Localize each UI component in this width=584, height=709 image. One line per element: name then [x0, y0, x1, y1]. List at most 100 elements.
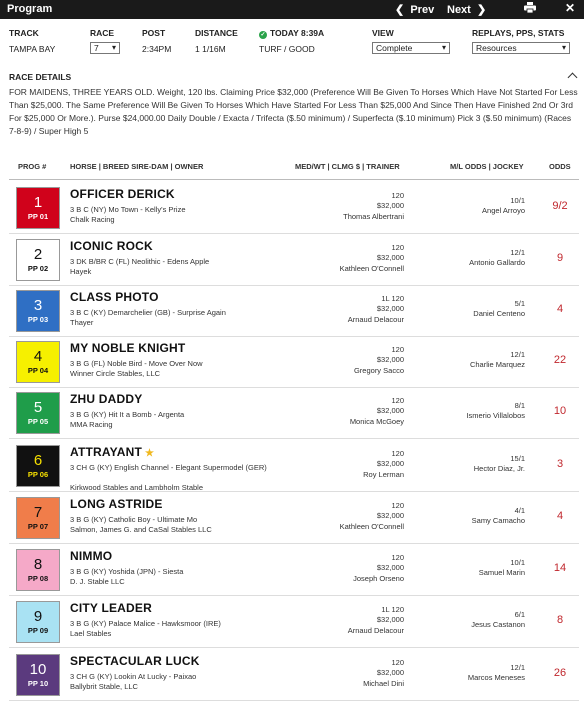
distance-value: 1 1/16M	[195, 44, 226, 54]
claiming-price: $32,000	[376, 615, 404, 624]
owner: D. J. Stable LLC	[70, 577, 125, 586]
owner: Hayek	[70, 267, 92, 276]
jockey: Daniel Centeno	[473, 309, 525, 318]
program-number-box: 9 PP 09	[16, 601, 60, 643]
live-odds: 4	[556, 510, 564, 522]
morning-line-odds: 15/1	[510, 454, 525, 463]
entry-row[interactable]: 10 PP 10 SPECTACULAR LUCK 3 CH G (KY) Looki…	[9, 650, 579, 701]
jockey: Marcos Meneses	[467, 673, 525, 682]
owner: Winner Circle Stables, LLC	[70, 369, 161, 378]
post-position: PP 04	[27, 366, 49, 375]
race-details-text: FOR MAIDENS, THREE YEARS OLD. Weight, 12…	[9, 87, 578, 136]
med-weight: 1L 120	[381, 294, 404, 303]
print-icon[interactable]	[524, 2, 536, 16]
horse-name[interactable]: ICONIC ROCK	[70, 239, 153, 253]
jockey: Samy Camacho	[471, 516, 525, 525]
weight: 120	[391, 243, 404, 252]
entry-row[interactable]: 9 PP 09 CITY LEADER 3 B G (KY) Palace Malic…	[9, 597, 579, 648]
horse-name-text: ICONIC ROCK	[70, 239, 153, 253]
program-number: 1	[33, 194, 43, 211]
race-select[interactable]: 7 ▾	[90, 42, 120, 54]
resources-select[interactable]: Resources ▾	[472, 42, 570, 54]
program-number-box: 5 PP 05	[16, 392, 60, 434]
program-number-box: 2 PP 02	[16, 239, 60, 281]
next-button[interactable]: Next ❯	[447, 3, 486, 16]
owner: Kirkwood Stables and Lambholm Stable	[70, 483, 203, 492]
chevron-up-icon[interactable]	[567, 72, 578, 83]
race-select-value: 7	[94, 43, 99, 53]
entry-row[interactable]: 3 PP 03 CLASS PHOTO 3 B C (KY) Demarchelier…	[9, 286, 579, 337]
horse-name[interactable]: CLASS PHOTO	[70, 290, 159, 304]
trainer: Thomas Albertrani	[343, 212, 404, 221]
program-number: 9	[33, 608, 43, 625]
star-icon: ★	[145, 448, 155, 459]
post-position: PP 07	[27, 522, 49, 531]
horse-name-text: LONG ASTRIDE	[70, 497, 163, 511]
med-weight: 120	[391, 191, 404, 200]
prev-label: Prev	[410, 4, 435, 16]
horse-name[interactable]: ZHU DADDY	[70, 392, 142, 406]
next-label: Next	[447, 4, 471, 16]
post-position: PP 02	[27, 264, 49, 273]
trainer: Michael Dini	[363, 679, 404, 688]
horse-name-text: ATTRAYANT	[70, 445, 143, 459]
weight: 120	[391, 553, 404, 562]
morning-line-odds: 10/1	[510, 558, 525, 567]
post-value: 2:34PM	[142, 44, 172, 54]
chevron-down-icon: ▾	[441, 43, 446, 52]
entry-row[interactable]: 1 PP 01 OFFICER DERICK 3 B C (NY) Mo Town -…	[9, 183, 579, 234]
breed-sire-dam: 3 CH G (KY) English Channel - Elegant Su…	[70, 463, 267, 472]
program-number-box: 1 PP 01	[16, 187, 60, 229]
prev-button[interactable]: ❮ Prev	[395, 3, 434, 16]
track-label: TRACK	[9, 28, 39, 38]
live-odds: 14	[553, 562, 567, 574]
jockey: Angel Arroyo	[482, 206, 525, 215]
trainer: Kathleen O'Connell	[339, 522, 404, 531]
chevron-down-icon: ▾	[111, 43, 116, 52]
claiming-price: $32,000	[376, 668, 404, 677]
track-value: TAMPA BAY	[9, 44, 56, 54]
post-position: PP 09	[27, 626, 49, 635]
horse-name-text: ZHU DADDY	[70, 392, 143, 406]
horse-name[interactable]: MY NOBLE KNIGHT	[70, 341, 185, 355]
post-label: POST	[142, 28, 166, 38]
view-label: VIEW	[372, 28, 394, 38]
weight: 120	[391, 294, 404, 303]
jockey: Antonio Gallardo	[469, 258, 525, 267]
program-number-box: 4 PP 04	[16, 341, 60, 383]
owner: Thayer	[70, 318, 94, 327]
program-number: 8	[33, 556, 43, 573]
med-weight: 120	[391, 658, 404, 667]
col-horse: HORSE | BREED SIRE-DAM | OWNER	[70, 162, 204, 171]
program-number: 2	[33, 246, 43, 263]
horse-name[interactable]: CITY LEADER	[70, 601, 152, 615]
entry-row[interactable]: 5 PP 05 ZHU DADDY 3 B G (KY) Hit It a Bomb …	[9, 388, 579, 439]
med-weight: 120	[391, 553, 404, 562]
horse-name[interactable]: LONG ASTRIDE	[70, 497, 163, 511]
horse-name[interactable]: OFFICER DERICK	[70, 187, 175, 201]
entry-row[interactable]: 6 PP 06 ATTRAYANT ★ 3 CH G (KY) English Chan…	[9, 441, 579, 492]
live-odds: 9/2	[552, 200, 568, 212]
entry-row[interactable]: 4 PP 04 MY NOBLE KNIGHT 3 B G (FL) Noble Bi…	[9, 337, 579, 388]
entry-row[interactable]: 8 PP 08 NIMMO 3 B G (KY) Yoshida (JPN) - Si…	[9, 545, 579, 596]
medication: 1L	[381, 605, 390, 614]
horse-name[interactable]: SPECTACULAR LUCK	[70, 654, 200, 668]
jockey: Jesus Castanon	[471, 620, 525, 629]
distance-label: DISTANCE	[195, 28, 238, 38]
entry-row[interactable]: 2 PP 02 ICONIC ROCK 3 DK B/BR C (FL) Neolit…	[9, 235, 579, 286]
jockey: Samuel Marin	[478, 568, 525, 577]
breed-sire-dam: 3 B G (KY) Catholic Boy - Ultimate Mo	[70, 515, 198, 524]
view-select[interactable]: Complete ▾	[372, 42, 450, 54]
entry-row[interactable]: 7 PP 07 LONG ASTRIDE 3 B G (KY) Catholic Bo…	[9, 493, 579, 544]
breed-sire-dam: 3 B C (NY) Mo Town - Kelly's Prize	[70, 205, 186, 214]
live-odds: 10	[553, 405, 567, 417]
trainer: Kathleen O'Connell	[339, 264, 404, 273]
weight: 120	[391, 449, 404, 458]
program-number: 7	[33, 504, 43, 521]
horse-name[interactable]: NIMMO	[70, 549, 112, 563]
close-icon[interactable]: ✕	[565, 1, 575, 15]
claiming-price: $32,000	[376, 406, 404, 415]
program-number: 4	[33, 348, 43, 365]
program-number-box: 8 PP 08	[16, 549, 60, 591]
horse-name[interactable]: ATTRAYANT ★	[70, 445, 154, 459]
